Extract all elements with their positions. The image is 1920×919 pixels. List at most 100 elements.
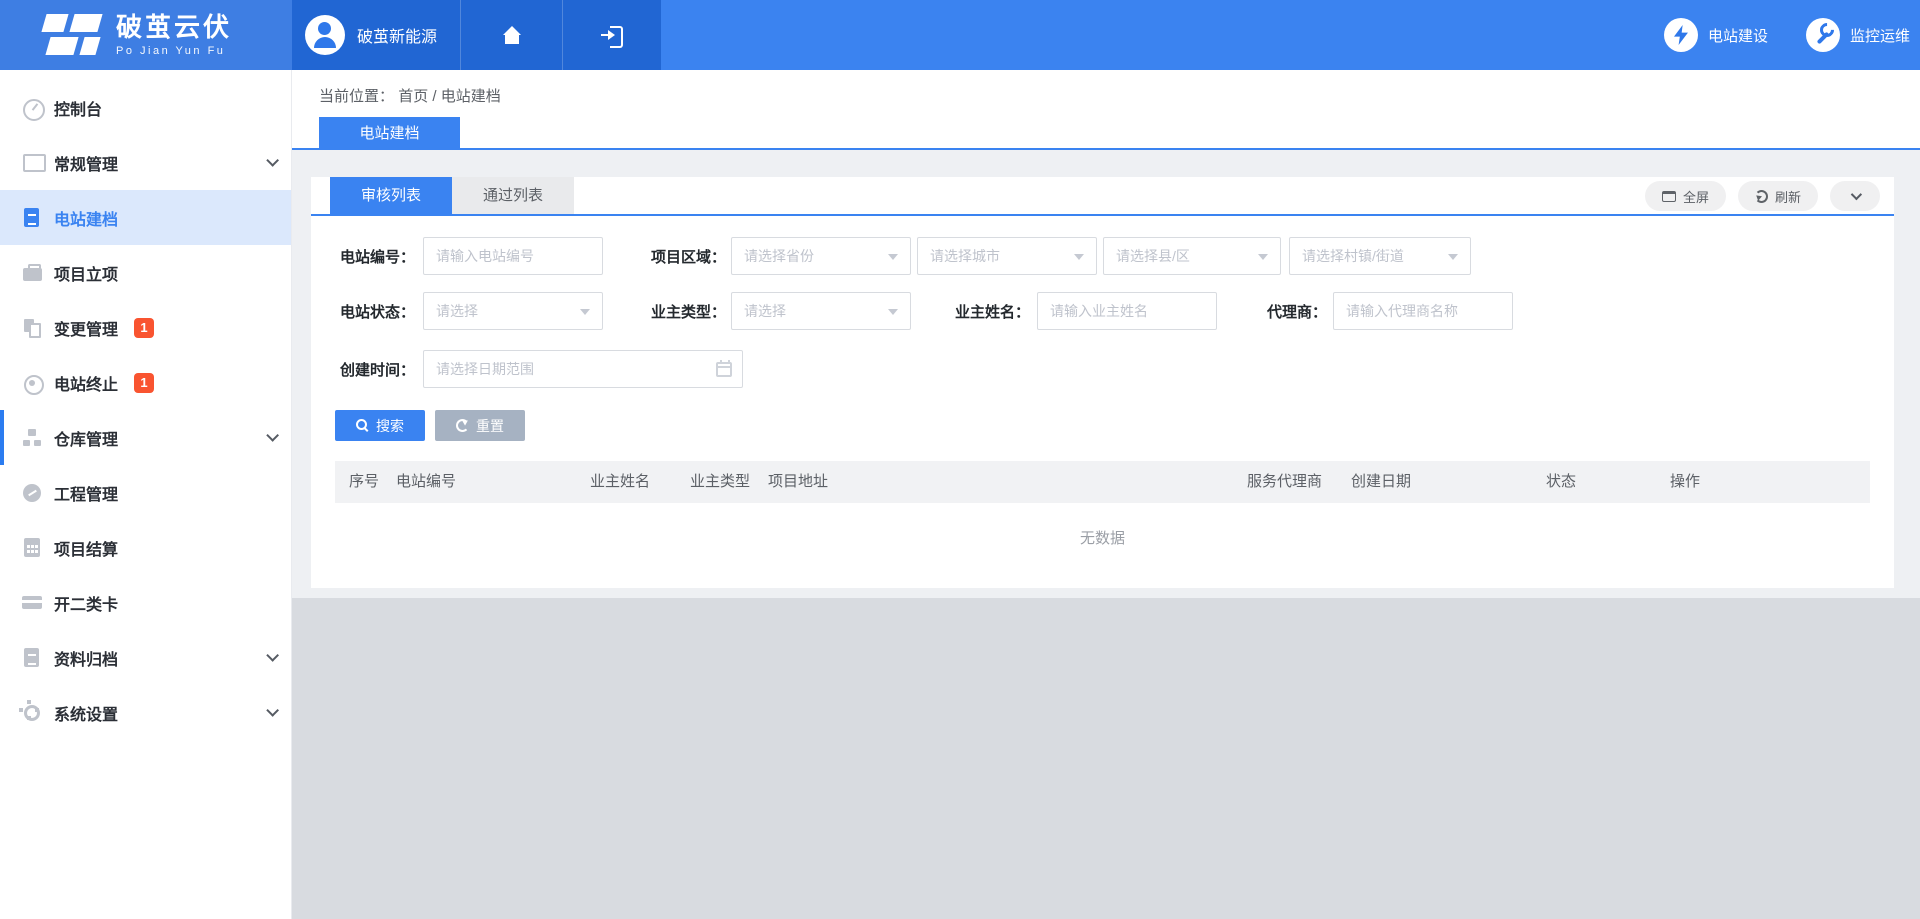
dashboard-icon: [20, 96, 44, 120]
table-header: 序号电站编号业主姓名业主类型项目地址服务代理商创建日期状态操作: [335, 461, 1870, 503]
chevron-down-icon: [266, 649, 279, 662]
tab-review-list[interactable]: 审核列表: [330, 177, 452, 214]
fullscreen-icon: [1662, 191, 1676, 202]
breadcrumb-prefix: 当前位置：: [319, 88, 394, 105]
sidebar-item-sitemap[interactable]: 仓库管理: [0, 410, 291, 465]
breadcrumb-path[interactable]: 首页 / 电站建档: [398, 88, 501, 105]
sitemap-icon: [20, 426, 44, 450]
caret-down-icon: [580, 309, 590, 315]
notification-badge: 1: [134, 373, 154, 393]
topbar-nav: 破茧新能源: [292, 0, 661, 70]
home-button[interactable]: [460, 0, 562, 70]
refresh-button[interactable]: 刷新: [1738, 181, 1818, 211]
page-header: 当前位置： 首页 / 电站建档 电站建档: [292, 70, 1920, 150]
sidebar-item-dashboard[interactable]: 控制台: [0, 80, 291, 135]
search-button[interactable]: 搜索: [335, 410, 425, 441]
sidebar-item-gauge[interactable]: 工程管理: [0, 465, 291, 520]
sidebar-item-calculator[interactable]: 项目结算: [0, 520, 291, 575]
create-time-date-input[interactable]: 请选择日期范围: [423, 350, 743, 388]
owner-name-label: 业主姓名：: [955, 301, 1037, 322]
breadcrumb: 当前位置： 首页 / 电站建档: [292, 70, 1920, 106]
page-tab-station-archive[interactable]: 电站建档: [319, 117, 460, 148]
table-header-cell: 状态: [1546, 461, 1576, 503]
placeholder-text: 请输入业主姓名: [1050, 301, 1148, 321]
refresh-icon: [1755, 190, 1768, 203]
logo-area: 破茧云伏 Po Jian Yun Fu: [0, 0, 292, 70]
panel-card: 审核列表通过列表 全屏 刷新 电站编号：请输入电站编号项目区域：请选择省份请选: [311, 177, 1894, 588]
table-header-cell: 电站编号: [396, 461, 456, 503]
briefcase-icon: [20, 261, 44, 285]
sidebar-item-gear[interactable]: 系统设置: [0, 685, 291, 740]
station-status-select[interactable]: 请选择: [423, 292, 603, 330]
table-header-cell: 项目地址: [768, 461, 828, 503]
archive-icon: [20, 646, 44, 670]
user-avatar-icon: [305, 15, 345, 55]
sidebar-item-record[interactable]: 电站终止1: [0, 355, 291, 410]
agent-input[interactable]: 请输入代理商名称: [1333, 292, 1513, 330]
sidebar-item-archive[interactable]: 资料归档: [0, 630, 291, 685]
wrench-icon: [1806, 18, 1840, 52]
owner-type-select[interactable]: 请选择: [731, 292, 911, 330]
user-account[interactable]: 破茧新能源: [292, 0, 460, 70]
sidebar-item-card[interactable]: 开二类卡: [0, 575, 291, 630]
sidebar-item-document[interactable]: 电站建档: [0, 190, 291, 245]
city-select[interactable]: 请选择城市: [917, 237, 1097, 275]
brand-subtitle: Po Jian Yun Fu: [116, 46, 232, 57]
caret-down-icon: [888, 309, 898, 315]
topbar: 破茧云伏 Po Jian Yun Fu 破茧新能源 电站建设 监控运维: [0, 0, 1920, 70]
station-code-input[interactable]: 请输入电站编号: [423, 237, 603, 275]
sidebar-item-label: 电站建档: [54, 206, 118, 230]
caret-down-icon: [888, 254, 898, 260]
tab-passed-list[interactable]: 通过列表: [452, 177, 574, 214]
placeholder-text: 请选择: [436, 301, 478, 321]
province-label: 项目区域：: [651, 246, 731, 267]
sidebar-item-briefcase[interactable]: 项目立项: [0, 245, 291, 300]
placeholder-text: 请选择省份: [744, 246, 814, 266]
placeholder-text: 请输入代理商名称: [1346, 301, 1458, 321]
chevron-down-icon: [266, 704, 279, 717]
copy-icon: [20, 316, 44, 340]
chevron-down-icon: [1851, 189, 1862, 200]
province-select[interactable]: 请选择省份: [731, 237, 911, 275]
module-label: 电站建设: [1708, 25, 1768, 46]
sidebar-item-label: 系统设置: [54, 701, 118, 725]
panel-toolbar: 全屏 刷新: [1645, 181, 1880, 211]
collapse-button[interactable]: [1830, 181, 1880, 211]
sidebar-item-copy[interactable]: 变更管理1: [0, 300, 291, 355]
owner-type-label: 业主类型：: [651, 301, 731, 322]
topbar-modules: 电站建设 监控运维: [661, 0, 1920, 70]
sidebar-item-monitor[interactable]: 常规管理: [0, 135, 291, 190]
reset-button[interactable]: 重置: [435, 410, 525, 441]
search-icon: [356, 419, 369, 432]
module-station-build[interactable]: 电站建设: [1664, 18, 1768, 52]
owner-name-input[interactable]: 请输入业主姓名: [1037, 292, 1217, 330]
table-header-cell: 业主姓名: [590, 461, 650, 503]
caret-down-icon: [1448, 254, 1458, 260]
placeholder-text: 请选择城市: [930, 246, 1000, 266]
module-monitor-ops[interactable]: 监控运维: [1806, 18, 1910, 52]
fullscreen-button[interactable]: 全屏: [1645, 181, 1726, 211]
reset-icon: [456, 419, 469, 432]
lightning-glyph-icon: [1664, 18, 1698, 52]
county-select[interactable]: 请选择县/区: [1103, 237, 1281, 275]
village-select[interactable]: 请选择村镇/街道: [1289, 237, 1471, 275]
table-header-cell: 业主类型: [690, 461, 750, 503]
panel-tabs: 审核列表通过列表 全屏 刷新: [311, 177, 1894, 216]
content-area: 审核列表通过列表 全屏 刷新 电站编号：请输入电站编号项目区域：请选择省份请选: [292, 150, 1920, 598]
document-icon: [20, 206, 44, 230]
filter-form: 电站编号：请输入电站编号项目区域：请选择省份请选择城市请选择县/区请选择村镇/街…: [311, 237, 1894, 388]
chevron-down-icon: [266, 154, 279, 167]
form-actions: 搜索 重置: [311, 410, 1894, 441]
logout-icon: [601, 26, 623, 44]
sidebar-item-label: 工程管理: [54, 481, 118, 505]
placeholder-text: 请选择县/区: [1116, 246, 1190, 266]
sidebar-item-label: 开二类卡: [54, 591, 118, 615]
table-header-cell: 序号: [349, 461, 379, 503]
sidebar-item-label: 资料归档: [54, 646, 118, 670]
chevron-down-icon: [266, 429, 279, 442]
gear-icon: [20, 701, 44, 725]
lightning-icon: [1664, 18, 1698, 52]
brand-logo-icon: [42, 14, 102, 56]
logout-button[interactable]: [562, 0, 661, 70]
sidebar-item-label: 项目立项: [54, 261, 118, 285]
